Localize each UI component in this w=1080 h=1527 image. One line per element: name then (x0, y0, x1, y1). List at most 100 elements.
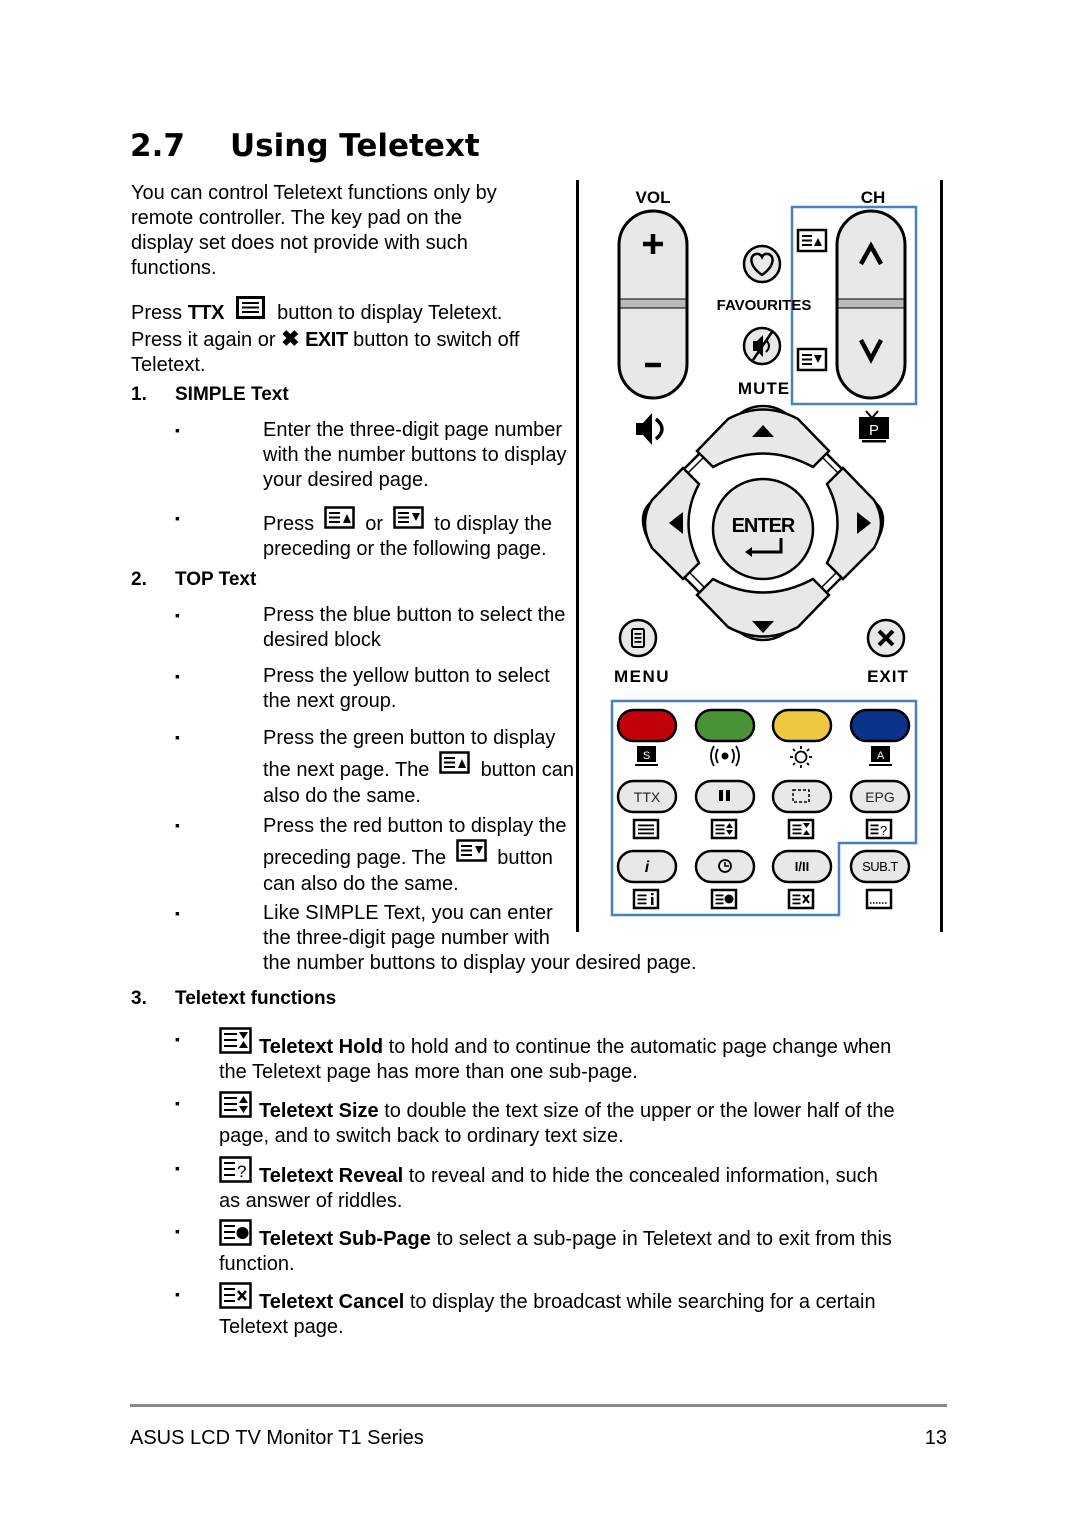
intro-line: remote controller. The key pad on the (131, 207, 462, 229)
text: with the number buttons to display (263, 444, 567, 466)
broadcast-icon (710, 745, 740, 767)
text: the next page. The (263, 759, 430, 781)
section-number: 3. (131, 988, 147, 1009)
dual-audio-button[interactable]: I/II (771, 849, 833, 884)
teletext-hold-icon (787, 818, 815, 840)
sleep-timer-button[interactable] (694, 849, 756, 884)
section-number: 1. (131, 384, 147, 405)
text: Press the red button to display the (263, 815, 567, 837)
exit-button[interactable] (866, 618, 906, 658)
subtitle-button[interactable]: SUB.T (849, 849, 911, 884)
subt-label: SUB.T (862, 859, 898, 874)
svg-text:?: ? (237, 1162, 246, 1181)
ttx-button[interactable]: TTX (616, 779, 678, 814)
ttx-key-name: TTX (187, 302, 225, 324)
section-title: Using Teletext (230, 128, 480, 164)
function-desc: to hold and to continue the automatic pa… (388, 1036, 892, 1058)
function-desc: to reveal and to hide the concealed info… (408, 1165, 878, 1187)
text: button (497, 847, 553, 869)
close-icon: ✖ (281, 326, 300, 351)
remote-control-illustration: VOL CH FAVOURITES MUTE P ENTER MENU EXIT… (576, 180, 943, 932)
sound-mode-button[interactable] (636, 413, 664, 445)
info-button[interactable]: i (616, 849, 678, 884)
sound-mode-s-icon: S (635, 746, 658, 766)
footer-divider (130, 1404, 947, 1407)
epg-button[interactable]: EPG (849, 779, 911, 814)
picture-mode-button[interactable]: P (859, 410, 889, 443)
teletext-icon (632, 818, 660, 840)
favourites-button[interactable] (742, 244, 782, 284)
page-down-icon (392, 506, 424, 529)
teletext-index-icon (632, 888, 660, 910)
text: Press it again or (131, 329, 276, 351)
bullet: ▪ (175, 1286, 180, 1302)
a-label: A (877, 750, 885, 762)
text: function. (219, 1253, 295, 1275)
menu-button[interactable] (618, 618, 658, 658)
text: your desired page. (263, 469, 429, 491)
function-name: Teletext Cancel (259, 1291, 405, 1313)
intro-line: functions. (131, 257, 217, 279)
text: Press (131, 302, 183, 324)
bullet: ▪ (175, 905, 180, 921)
bullet: ▪ (175, 1223, 180, 1239)
text: the next group. (263, 690, 397, 712)
teletext-cancel-icon (219, 1282, 252, 1309)
teletext-size-icon (219, 1091, 252, 1118)
exit-label: EXIT (867, 667, 909, 686)
text: preceding page. The (263, 847, 447, 869)
function-desc: to select a sub-page in Teletext and to … (436, 1228, 892, 1250)
section-top-text: 2. TOP Text (131, 569, 256, 591)
mute-button[interactable] (742, 326, 782, 366)
exit-key-name: EXIT (305, 329, 348, 351)
text: or (365, 513, 384, 535)
teletext-icon (235, 296, 265, 319)
text: button to display Teletext. (277, 302, 503, 324)
section-teletext-functions: 3. Teletext functions (131, 988, 336, 1010)
yellow-button[interactable] (771, 708, 833, 743)
blue-button[interactable] (849, 708, 911, 743)
text: preceding or the following page. (263, 538, 547, 560)
page-number: 13 (924, 1427, 947, 1449)
bullet: ▪ (175, 510, 180, 526)
channel-rocker[interactable] (835, 209, 907, 400)
footer-title: ASUS LCD TV Monitor T1 Series (130, 1427, 424, 1449)
page-down-icon (796, 347, 828, 372)
enter-button[interactable]: ENTER (711, 477, 815, 581)
teletext-size-icon (710, 818, 738, 840)
aspect-button[interactable] (771, 779, 833, 814)
pause-button[interactable] (694, 779, 756, 814)
epg-label: EPG (865, 789, 895, 805)
remote-right-edge (940, 180, 943, 932)
page-down-icon (455, 839, 487, 862)
teletext-cancel-icon (787, 888, 815, 910)
aspect-a-icon: A (869, 746, 892, 766)
intro-paragraph: You can control Teletext functions only … (131, 181, 497, 281)
subtitle-icon (865, 888, 893, 910)
text: Press the yellow button to select (263, 665, 550, 687)
favourites-label: FAVOURITES (717, 297, 812, 314)
text: Press the green button to display (263, 727, 556, 749)
info-icon: i (645, 859, 650, 876)
text: as answer of riddles. (219, 1190, 403, 1212)
remote-left-edge (576, 180, 579, 932)
text: button can (480, 759, 574, 781)
bullet: ▪ (175, 607, 180, 623)
function-desc: to display the broadcast while searching… (409, 1291, 876, 1313)
green-button[interactable] (694, 708, 756, 743)
bullet: ▪ (175, 729, 180, 745)
text: Teletext page. (219, 1316, 344, 1338)
volume-rocker[interactable] (617, 209, 689, 400)
section-heading: SIMPLE Text (175, 384, 289, 405)
vol-label: VOL (636, 188, 671, 207)
text: the number buttons to display your desir… (263, 952, 697, 974)
bullet: ▪ (175, 668, 180, 684)
speaker-icon (636, 413, 652, 445)
bullet: ▪ (175, 422, 180, 438)
red-button[interactable] (616, 708, 678, 743)
section-number: 2. (131, 569, 147, 590)
bullet: ▪ (175, 817, 180, 833)
page-title: 2.7 Using Teletext (130, 128, 480, 164)
text: desired block (263, 629, 381, 651)
bullet: ▪ (175, 1095, 180, 1111)
